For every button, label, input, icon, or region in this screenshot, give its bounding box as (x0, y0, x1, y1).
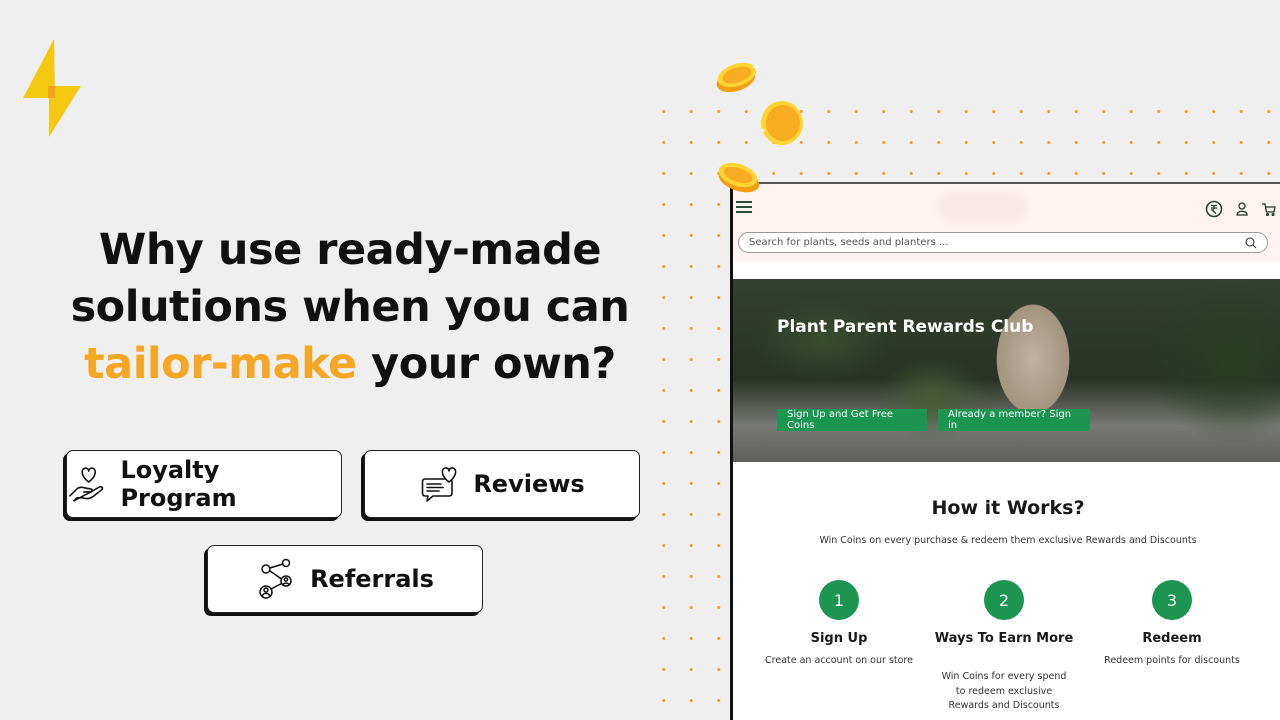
hamburger-menu-icon[interactable] (736, 201, 752, 214)
step-number: 3 (1152, 580, 1192, 620)
step-title: Redeem (1142, 631, 1202, 646)
step-description: Win Coins for every spend to redeem excl… (941, 671, 1067, 711)
rupee-coin-icon[interactable] (1205, 200, 1223, 218)
signup-free-coins-button[interactable]: Sign Up and Get Free Coins (777, 409, 927, 431)
step-description: Create an account on our store (765, 655, 913, 666)
headline-line-3: tailor-make your own? (30, 336, 670, 393)
step-description: Redeem points for discounts (1104, 655, 1240, 666)
reviews-label: Reviews (473, 470, 585, 498)
reviews-button[interactable]: Reviews (364, 450, 640, 518)
how-it-works-title: How it Works? (931, 497, 1085, 519)
step-number: 1 (819, 580, 859, 620)
step-number: 2 (984, 580, 1024, 620)
step-title: Sign Up (810, 631, 868, 646)
coin-icon (718, 162, 760, 193)
lightning-bolt-logo-icon (23, 39, 81, 137)
search-icon[interactable] (1245, 236, 1257, 249)
referral-network-icon (259, 558, 292, 599)
how-it-works-subtitle: Win Coins on every purchase & redeem the… (819, 535, 1197, 546)
loyalty-program-label: Loyalty Program (120, 456, 237, 512)
coin-icon (760, 101, 803, 145)
store-logo[interactable] (938, 192, 1028, 222)
search-input[interactable] (749, 237, 1245, 248)
headline-line-2: solutions when you can (70, 282, 630, 332)
hero-title: Plant Parent Rewards Club (777, 317, 1034, 337)
cart-icon[interactable] (1260, 200, 1278, 218)
store-mockup: Plant Parent Rewards Club Sign Up and Ge… (730, 182, 1280, 720)
referrals-button[interactable]: Referrals (207, 545, 483, 613)
headline-line-1: Why use ready-made (98, 225, 602, 275)
step-sign-up: 1 Sign Up Create an account on our store (749, 580, 929, 669)
chat-heart-icon (422, 467, 457, 502)
referrals-label: Referrals (310, 565, 434, 593)
search-bar (738, 232, 1268, 253)
loyalty-program-button[interactable]: Loyalty Program (66, 450, 342, 518)
store-header (733, 184, 1280, 262)
step-title: Ways To Earn More (934, 631, 1074, 646)
user-icon[interactable] (1233, 200, 1251, 218)
step-redeem: 3 Redeem Redeem points for discounts (1082, 580, 1262, 669)
member-signin-button[interactable]: Already a member? Sign in (938, 409, 1090, 431)
coin-icon (716, 62, 760, 93)
headline-line-3-rest: your own? (356, 339, 616, 389)
headline: Why use ready-made solutions when you ca… (30, 222, 670, 393)
headline-accent: tailor-make (84, 339, 357, 389)
heart-hand-icon (69, 467, 104, 502)
step-ways-to-earn: 2 Ways To Earn More Win Coins for every … (914, 580, 1094, 714)
hero-banner: Plant Parent Rewards Club Sign Up and Ge… (733, 279, 1280, 462)
